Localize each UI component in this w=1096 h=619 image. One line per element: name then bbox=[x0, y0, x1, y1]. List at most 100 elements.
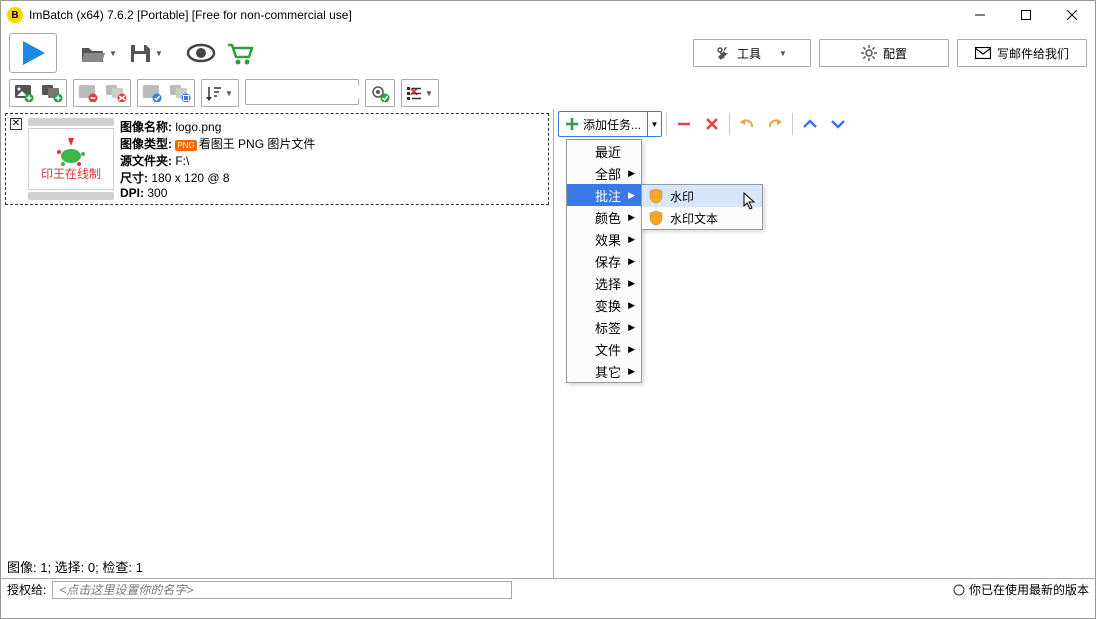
move-up-button[interactable] bbox=[797, 111, 823, 137]
meta-size-label: 尺寸: bbox=[120, 171, 148, 185]
license-input[interactable]: <点击这里设置你的名字> bbox=[52, 581, 512, 599]
image-item[interactable]: ✕ 水印王在线制作 图像名称: logo.png 图像类型: PNG看图王 PN… bbox=[5, 113, 549, 205]
image-add-icon bbox=[14, 84, 34, 102]
move-down-button[interactable] bbox=[825, 111, 851, 137]
submenu-arrow-icon: ▶ bbox=[628, 256, 635, 267]
app-icon: B bbox=[7, 7, 23, 23]
email-label: 写邮件给我们 bbox=[997, 45, 1069, 62]
delete-task-button[interactable] bbox=[699, 111, 725, 137]
email-button[interactable]: 写邮件给我们 bbox=[957, 39, 1087, 67]
redo-button[interactable] bbox=[762, 111, 788, 137]
sort-button[interactable]: ▼ bbox=[202, 80, 238, 106]
chevron-down-icon: ▼ bbox=[223, 89, 235, 98]
chevron-down-icon bbox=[830, 118, 846, 130]
svg-text:水印王在线制作: 水印王在线制作 bbox=[41, 167, 101, 181]
maximize-button[interactable] bbox=[1003, 1, 1049, 29]
preview-button[interactable] bbox=[183, 35, 219, 71]
menu-item-6[interactable]: 选择▶ bbox=[567, 272, 641, 294]
submenu-arrow-icon: ▶ bbox=[628, 168, 635, 179]
menu-item-0[interactable]: 最近 bbox=[567, 140, 641, 162]
open-button[interactable]: ▼ bbox=[77, 35, 121, 71]
remove-image-button[interactable] bbox=[74, 80, 102, 106]
task-toolbar: 添加任务... ▼ bbox=[554, 109, 1095, 139]
menu-item-3[interactable]: 颜色▶ bbox=[567, 206, 641, 228]
gear-check-icon bbox=[370, 84, 390, 102]
store-button[interactable] bbox=[223, 35, 257, 71]
thumb-footer-bar bbox=[28, 192, 114, 200]
submenu-item-label: 水印 bbox=[670, 188, 694, 205]
remove-task-button[interactable] bbox=[671, 111, 697, 137]
redo-icon bbox=[766, 117, 784, 131]
eye-icon bbox=[185, 41, 217, 65]
png-badge-icon: PNG bbox=[175, 140, 196, 151]
menu-item-4[interactable]: 效果▶ bbox=[567, 228, 641, 250]
submenu-arrow-icon: ▶ bbox=[628, 366, 635, 377]
tools-button[interactable]: 工具 ▼ bbox=[693, 39, 811, 67]
add-task-label: 添加任务... bbox=[583, 116, 641, 133]
add-image-button[interactable] bbox=[10, 80, 38, 106]
save-button[interactable]: ▼ bbox=[125, 35, 167, 71]
menu-item-8[interactable]: 标签▶ bbox=[567, 316, 641, 338]
submenu-arrow-icon: ▶ bbox=[628, 322, 635, 333]
remove-all-button[interactable] bbox=[102, 80, 130, 106]
search-box[interactable]: ✕ bbox=[245, 79, 359, 105]
uncheck-button[interactable] bbox=[166, 80, 194, 106]
add-task-menu: 最近全部▶批注▶颜色▶效果▶保存▶选择▶变换▶标签▶文件▶其它▶ 水印水印文本 bbox=[566, 139, 642, 383]
menu-item-7[interactable]: 变换▶ bbox=[567, 294, 641, 316]
image-check-icon bbox=[142, 84, 162, 102]
chevron-down-icon: ▼ bbox=[153, 49, 165, 58]
main-toolbar: ▼ ▼ 工具 ▼ 配置 写邮件给我们 bbox=[1, 29, 1095, 77]
meta-folder-value: F:\ bbox=[175, 154, 189, 168]
minimize-button[interactable] bbox=[957, 1, 1003, 29]
undo-button[interactable] bbox=[734, 111, 760, 137]
folder-add-icon bbox=[41, 84, 63, 102]
menu-item-1[interactable]: 全部▶ bbox=[567, 162, 641, 184]
submenu-arrow-icon: ▶ bbox=[628, 278, 635, 289]
add-folder-button[interactable] bbox=[38, 80, 66, 106]
remove-item-button[interactable]: ✕ bbox=[10, 118, 22, 130]
menu-item-10[interactable]: 其它▶ bbox=[567, 360, 641, 382]
add-task-submenu: 水印水印文本 bbox=[641, 184, 763, 230]
image-uncheck-icon bbox=[169, 84, 191, 102]
submenu-arrow-icon: ▶ bbox=[628, 344, 635, 355]
settings-label: 配置 bbox=[883, 45, 907, 62]
menu-item-5[interactable]: 保存▶ bbox=[567, 250, 641, 272]
save-icon bbox=[127, 41, 153, 65]
menu-item-9[interactable]: 文件▶ bbox=[567, 338, 641, 360]
chevron-up-icon bbox=[802, 118, 818, 130]
filter-button[interactable] bbox=[366, 80, 394, 106]
image-remove-icon bbox=[78, 84, 98, 102]
meta-type-label: 图像类型: bbox=[120, 137, 172, 151]
meta-type-value: 看图王 PNG 图片文件 bbox=[199, 137, 316, 151]
images-remove-icon bbox=[105, 84, 127, 102]
window-controls bbox=[957, 1, 1095, 29]
sort-icon bbox=[205, 84, 223, 102]
mail-icon bbox=[975, 47, 991, 59]
menu-item-2[interactable]: 批注▶ bbox=[567, 184, 641, 206]
image-toolbar: ▼ ✕ ▼ bbox=[1, 77, 1095, 109]
submenu-item-1[interactable]: 水印文本 bbox=[642, 207, 762, 229]
status-ok-icon bbox=[953, 584, 965, 596]
shield-icon bbox=[648, 188, 664, 204]
submenu-item-label: 水印文本 bbox=[670, 210, 718, 227]
run-button[interactable] bbox=[9, 33, 57, 73]
shield-icon bbox=[648, 210, 664, 226]
chevron-down-icon: ▼ bbox=[777, 49, 789, 58]
chevron-down-icon: ▼ bbox=[423, 89, 435, 98]
version-status: 你已在使用最新的版本 bbox=[969, 581, 1089, 598]
view-button[interactable]: ▼ bbox=[402, 80, 438, 106]
chevron-down-icon: ▼ bbox=[107, 49, 119, 58]
wrench-icon bbox=[715, 45, 731, 61]
add-task-dropdown[interactable]: ▼ bbox=[647, 112, 661, 136]
check-button[interactable] bbox=[138, 80, 166, 106]
submenu-arrow-icon: ▶ bbox=[628, 300, 635, 311]
settings-button[interactable]: 配置 bbox=[819, 39, 949, 67]
image-list-pane: ✕ 水印王在线制作 图像名称: logo.png 图像类型: PNG看图王 PN… bbox=[1, 109, 553, 578]
titlebar: B ImBatch (x64) 7.6.2 [Portable] [Free f… bbox=[1, 1, 1095, 29]
add-task-button[interactable]: 添加任务... ▼ bbox=[558, 111, 662, 137]
meta-dpi-value: 300 bbox=[147, 186, 167, 200]
submenu-item-0[interactable]: 水印 bbox=[642, 185, 762, 207]
close-button[interactable] bbox=[1049, 1, 1095, 29]
window-title: ImBatch (x64) 7.6.2 [Portable] [Free for… bbox=[29, 8, 352, 22]
submenu-arrow-icon: ▶ bbox=[628, 234, 635, 245]
